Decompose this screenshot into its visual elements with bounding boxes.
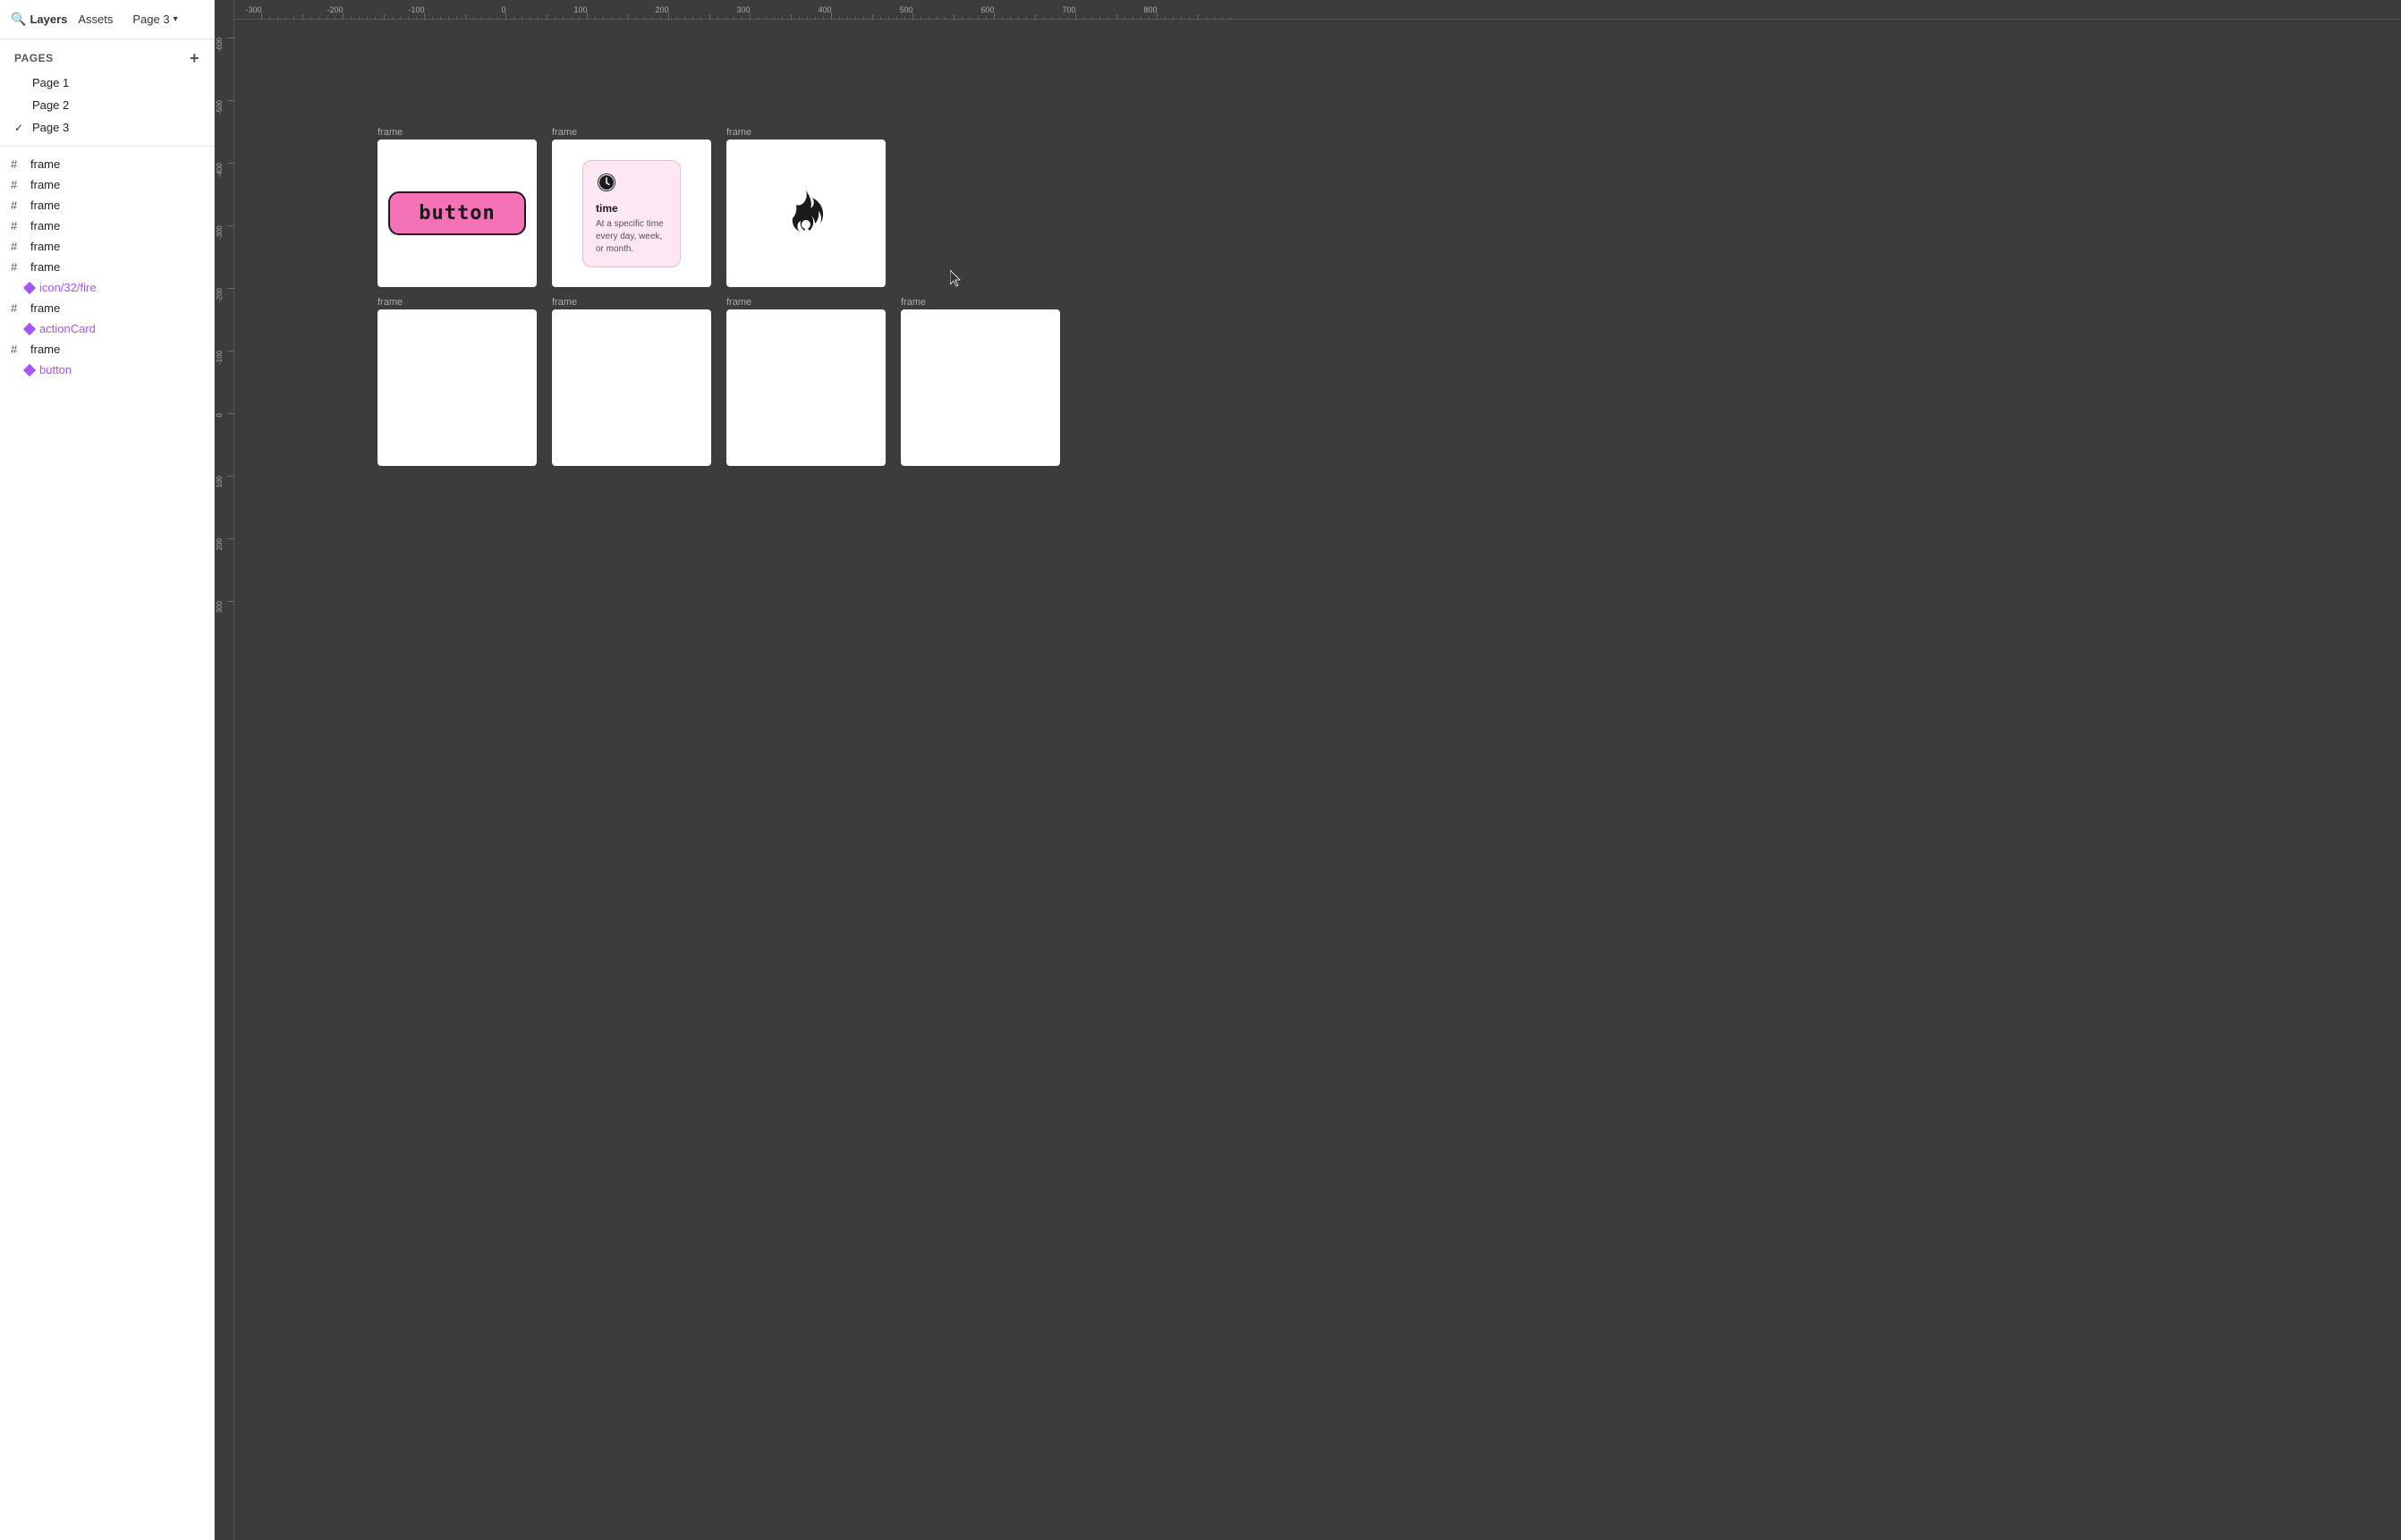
layer-child-actioncard[interactable]: actionCard <box>0 318 214 339</box>
frame-label-fire: frame <box>726 127 886 138</box>
layer-actioncard-label: actionCard <box>39 322 203 335</box>
diamond-icon-actioncard <box>23 322 36 334</box>
frame-icon-1: # <box>11 157 25 171</box>
search-icon: 🔍 <box>11 12 26 27</box>
layer-frame-6[interactable]: # frame <box>0 257 214 277</box>
fire-icon-svg <box>784 189 828 238</box>
frame-wrapper-fire: frame <box>726 127 886 287</box>
frame-icon-6: # <box>11 260 25 274</box>
layer-name-6: frame <box>30 260 203 274</box>
time-card: time At a specific time every day, week,… <box>582 160 681 267</box>
assets-tab-label: Assets <box>78 13 113 26</box>
layer-frame-8[interactable]: # frame <box>0 339 214 360</box>
page-check-3: ✓ <box>14 122 27 134</box>
page-selector-label: Page 3 <box>132 13 169 26</box>
button-content[interactable]: button <box>388 191 525 235</box>
layer-name-7: frame <box>30 301 203 315</box>
layer-frame-1[interactable]: # frame <box>0 154 214 174</box>
ruler-horizontal <box>215 0 2401 20</box>
frame-icon-5: # <box>11 240 25 253</box>
frame-wrapper-timecard: frame time At a specific time every day,… <box>552 127 711 287</box>
cursor-indicator <box>950 270 964 288</box>
ruler-v-content <box>215 20 233 1540</box>
page-selector[interactable]: Page 3 ▾ <box>127 11 182 28</box>
layer-name-8: frame <box>30 343 203 356</box>
page-2-label: Page 2 <box>32 98 69 112</box>
layer-frame-4[interactable]: # frame <box>0 216 214 236</box>
frame-icon-2: # <box>11 178 25 191</box>
layer-fire-label: icon/32/fire <box>39 281 203 294</box>
canvas-frame-empty-2[interactable] <box>552 309 711 466</box>
page-check-1 <box>14 77 27 89</box>
diamond-icon-button <box>23 363 36 376</box>
frame-label-empty-2: frame <box>552 297 711 308</box>
page-1-label: Page 1 <box>32 76 69 89</box>
layer-name-4: frame <box>30 219 203 233</box>
add-page-button[interactable]: + <box>190 50 199 66</box>
assets-tab[interactable]: Assets <box>78 13 113 26</box>
ruler-vertical <box>215 0 234 1540</box>
canvas-frame-button[interactable]: button <box>378 140 537 287</box>
sidebar-content: Pages + Page 1 Page 2 ✓ Page 3 # frame #… <box>0 39 214 1540</box>
diamond-icon-fire <box>23 281 36 293</box>
frame-icon-7: # <box>11 301 25 315</box>
chevron-down-icon: ▾ <box>174 14 178 24</box>
layer-frame-5[interactable]: # frame <box>0 236 214 257</box>
page-item-3[interactable]: ✓ Page 3 <box>0 116 214 139</box>
layer-child-button[interactable]: button <box>0 360 214 380</box>
sidebar: 🔍 Layers Assets Page 3 ▾ Pages + Page 1 … <box>0 0 215 1540</box>
layer-name-1: frame <box>30 157 203 171</box>
frame-wrapper-empty-2: frame <box>552 297 711 466</box>
time-card-desc: At a specific time every day, week, or m… <box>596 218 667 256</box>
frame-icon-3: # <box>11 199 25 212</box>
frame-wrapper-button: frame button <box>378 127 537 287</box>
page-3-label: Page 3 <box>32 121 69 134</box>
frame-wrapper-empty-3: frame <box>726 297 886 466</box>
frame-label-button: frame <box>378 127 537 138</box>
canvas-frame-empty-3[interactable] <box>726 309 886 466</box>
layer-frame-2[interactable]: # frame <box>0 174 214 195</box>
canvas-frame-fire[interactable] <box>726 140 886 287</box>
frame-icon-8: # <box>11 343 25 356</box>
frame-label-empty-3: frame <box>726 297 886 308</box>
layer-name-2: frame <box>30 178 203 191</box>
layer-name-5: frame <box>30 240 203 253</box>
pages-section-header: Pages + <box>0 39 214 72</box>
canvas-container: frame button frame tim <box>215 0 2401 1540</box>
layer-frame-7[interactable]: # frame <box>0 298 214 318</box>
layer-frame-3[interactable]: # frame <box>0 195 214 216</box>
canvas-frame-empty-4[interactable] <box>901 309 1060 466</box>
frame-label-empty-4: frame <box>901 297 1060 308</box>
canvas-viewport[interactable]: frame button frame tim <box>234 20 2401 1540</box>
layers-tab-label: Layers <box>30 13 67 26</box>
frame-wrapper-empty-4: frame <box>901 297 1060 466</box>
page-item-2[interactable]: Page 2 <box>0 94 214 116</box>
time-card-title: time <box>596 202 667 215</box>
frame-icon-4: # <box>11 219 25 233</box>
frame-label-timecard: frame <box>552 127 711 138</box>
layer-name-3: frame <box>30 199 203 212</box>
frame-wrapper-empty-1: frame <box>378 297 537 466</box>
page-item-1[interactable]: Page 1 <box>0 72 214 94</box>
layers-tab[interactable]: 🔍 Layers <box>11 12 67 27</box>
canvas-frame-timecard[interactable]: time At a specific time every day, week,… <box>552 140 711 287</box>
frame-label-empty-1: frame <box>378 297 537 308</box>
layer-child-fire[interactable]: icon/32/fire <box>0 277 214 298</box>
time-card-icon <box>596 172 667 199</box>
canvas-frame-empty-1[interactable] <box>378 309 537 466</box>
top-bar: 🔍 Layers Assets Page 3 ▾ <box>0 0 214 39</box>
layer-button-label: button <box>39 363 203 377</box>
page-check-2 <box>14 99 27 112</box>
ruler-h-content <box>234 0 2401 19</box>
sidebar-divider <box>0 146 214 147</box>
pages-label: Pages <box>14 52 54 64</box>
